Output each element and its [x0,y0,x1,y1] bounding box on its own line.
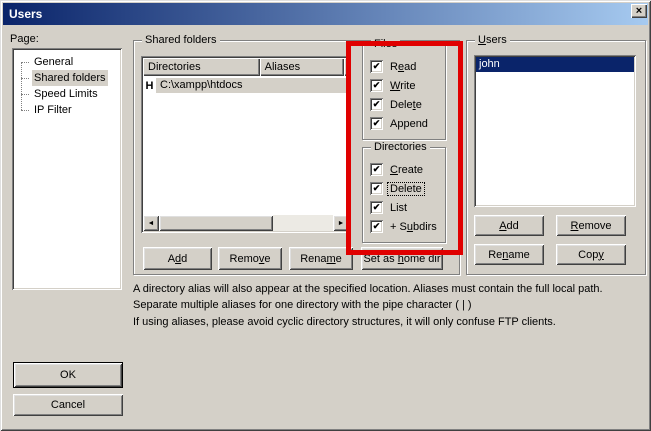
cancel-button[interactable]: Cancel [13,394,123,416]
horizontal-scrollbar[interactable]: ◄ ► [143,215,349,231]
column-header-filler [344,58,349,76]
tree-twig-icon [21,94,29,95]
list-item-user-john[interactable]: john [476,57,634,72]
checkbox-dirs-delete[interactable]: ✔ Delete [370,179,439,198]
users-dialog: Users × Page: General Shared folders Spe… [0,0,651,431]
checkbox-files-delete[interactable]: ✔ Delete [370,95,430,114]
checkbox-dirs-list[interactable]: ✔ List [370,198,439,217]
users-group-title: Users [475,34,510,46]
page-list[interactable]: General Shared folders Speed Limits IP F… [12,48,122,290]
checkbox-files-read[interactable]: ✔ Read [370,57,430,76]
checkbox-dirs-subdirs[interactable]: ✔ + Subdirs [370,217,439,236]
checkbox-checked-icon[interactable]: ✔ [370,79,383,92]
shared-folders-group-title: Shared folders [142,34,220,46]
files-permissions-group: Files ✔ Read ✔ Write ✔ Delete ✔ Append [362,44,446,140]
users-list[interactable]: john [474,55,636,207]
users-copy-button[interactable]: Copy [556,244,626,265]
sidebar-item-speed-limits[interactable]: Speed Limits [12,86,122,102]
sidebar-item-ip-filter[interactable]: IP Filter [12,102,122,118]
checkbox-checked-icon[interactable]: ✔ [370,117,383,130]
sidebar-item-shared-folders[interactable]: Shared folders [12,70,122,86]
set-as-home-dir-button[interactable]: Set as home dir [361,247,443,270]
window-title: Users [3,7,42,21]
directory-path: C:\xampp\htdocs [156,78,349,93]
ok-button[interactable]: OK [13,362,123,388]
checkbox-files-write[interactable]: ✔ Write [370,76,430,95]
tree-twig-icon [21,62,29,63]
sidebar-item-general[interactable]: General [12,54,122,70]
column-header-directories[interactable]: Directories [143,58,260,76]
shared-rename-button[interactable]: Rename [289,247,353,270]
close-icon[interactable]: × [631,4,647,18]
users-rename-button[interactable]: Rename [474,244,544,265]
shared-add-button[interactable]: Add [143,247,212,270]
checkbox-files-append[interactable]: ✔ Append [370,114,430,133]
table-row[interactable]: H C:\xampp\htdocs [143,77,349,94]
checkbox-checked-icon[interactable]: ✔ [370,98,383,111]
checkbox-checked-icon[interactable]: ✔ [370,60,383,73]
scroll-left-icon[interactable]: ◄ [143,215,159,231]
home-dir-marker: H [143,80,156,92]
scrollbar-thumb[interactable] [159,215,273,231]
checkbox-checked-icon[interactable]: ✔ [370,220,383,233]
tree-twig-icon [21,78,29,79]
users-remove-button[interactable]: Remove [556,215,626,236]
scroll-right-icon[interactable]: ► [333,215,349,231]
directories-group-title: Directories [371,141,430,153]
users-add-button[interactable]: Add [474,215,544,236]
column-header-aliases[interactable]: Aliases [260,58,344,76]
listview-header: Directories Aliases [143,58,349,76]
checkbox-checked-icon[interactable]: ✔ [370,182,383,195]
page-label: Page: [10,33,39,45]
titlebar[interactable]: Users [3,3,648,25]
checkbox-checked-icon[interactable]: ✔ [370,201,383,214]
directories-permissions-group: Directories ✔ Create ✔ Delete ✔ List ✔ +… [362,147,446,243]
alias-note-2: If using aliases, please avoid cyclic di… [133,314,641,330]
checkbox-checked-icon[interactable]: ✔ [370,163,383,176]
directories-listview[interactable]: Directories Aliases H C:\xampp\htdocs ◄ … [141,56,351,233]
shared-remove-button[interactable]: Remove [218,247,282,270]
files-group-title: Files [371,38,400,50]
alias-note-1: A directory alias will also appear at th… [133,281,641,313]
tree-twig-icon [21,110,29,111]
checkbox-dirs-create[interactable]: ✔ Create [370,160,439,179]
